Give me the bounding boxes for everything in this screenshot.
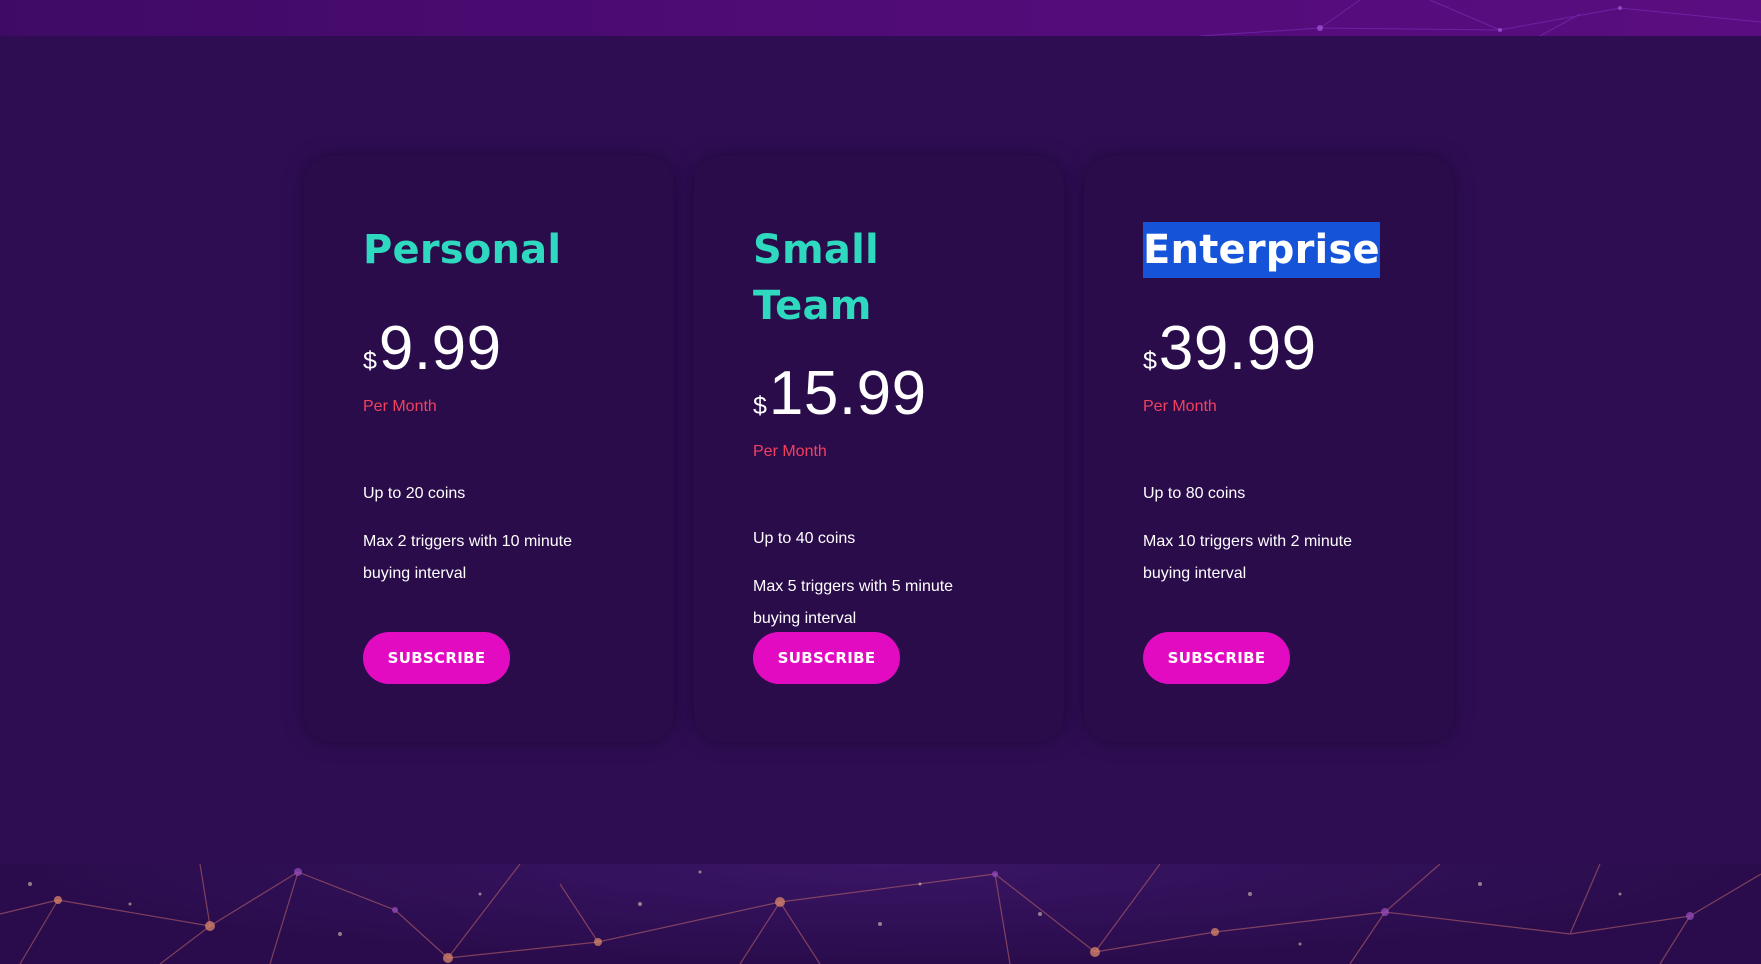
feature-item: Up to 80 coins [1143,485,1246,502]
billing-period: Per Month [1143,398,1217,415]
plan-card-personal: Personal $ 9.99 Per Month Up to 20 coins… [304,156,674,742]
plan-card-small-team: Small Team $ 15.99 Per Month Up to 40 co… [694,156,1064,742]
network-pattern-bottom [0,864,1761,964]
pricing-cards: Personal $ 9.99 Per Month Up to 20 coins… [304,156,1454,742]
price: $ 15.99 [753,359,1005,429]
feature-item: Max 2 triggers with 10 minute buying int… [363,533,572,582]
feature-list: Up to 40 coins Max 5 triggers with 5 min… [753,523,1005,635]
feature-item: Max 10 triggers with 2 minute buying int… [1143,533,1352,582]
feature-item: Max 5 triggers with 5 minute buying inte… [753,578,954,627]
feature-item: Up to 20 coins [363,485,466,502]
feature-list: Up to 20 coins Max 2 triggers with 10 mi… [363,478,615,590]
plan-card-enterprise: Enterprise $ 39.99 Per Month Up to 80 co… [1084,156,1454,742]
feature-item: Up to 40 coins [753,530,856,547]
top-banner [0,0,1761,36]
price-amount: 9.99 [378,314,502,383]
price-amount: 15.99 [768,359,927,428]
bottom-network-banner [0,864,1761,964]
subscribe-button[interactable]: SUBSCRIBE [753,632,900,684]
billing-period: Per Month [363,398,437,415]
plan-title: Enterprise [1143,222,1380,278]
network-pattern-top [1199,0,1761,36]
billing-period: Per Month [753,443,827,460]
plan-title: Personal [363,227,562,273]
feature-list: Up to 80 coins Max 10 triggers with 2 mi… [1143,478,1395,590]
currency-symbol: $ [753,392,767,420]
currency-symbol: $ [363,347,377,375]
currency-symbol: $ [1143,347,1157,375]
subscribe-button[interactable]: SUBSCRIBE [1143,632,1290,684]
price: $ 9.99 [363,314,615,384]
plan-title: Small Team [753,227,879,329]
price: $ 39.99 [1143,314,1395,384]
price-amount: 39.99 [1158,314,1317,383]
subscribe-button[interactable]: SUBSCRIBE [363,632,510,684]
